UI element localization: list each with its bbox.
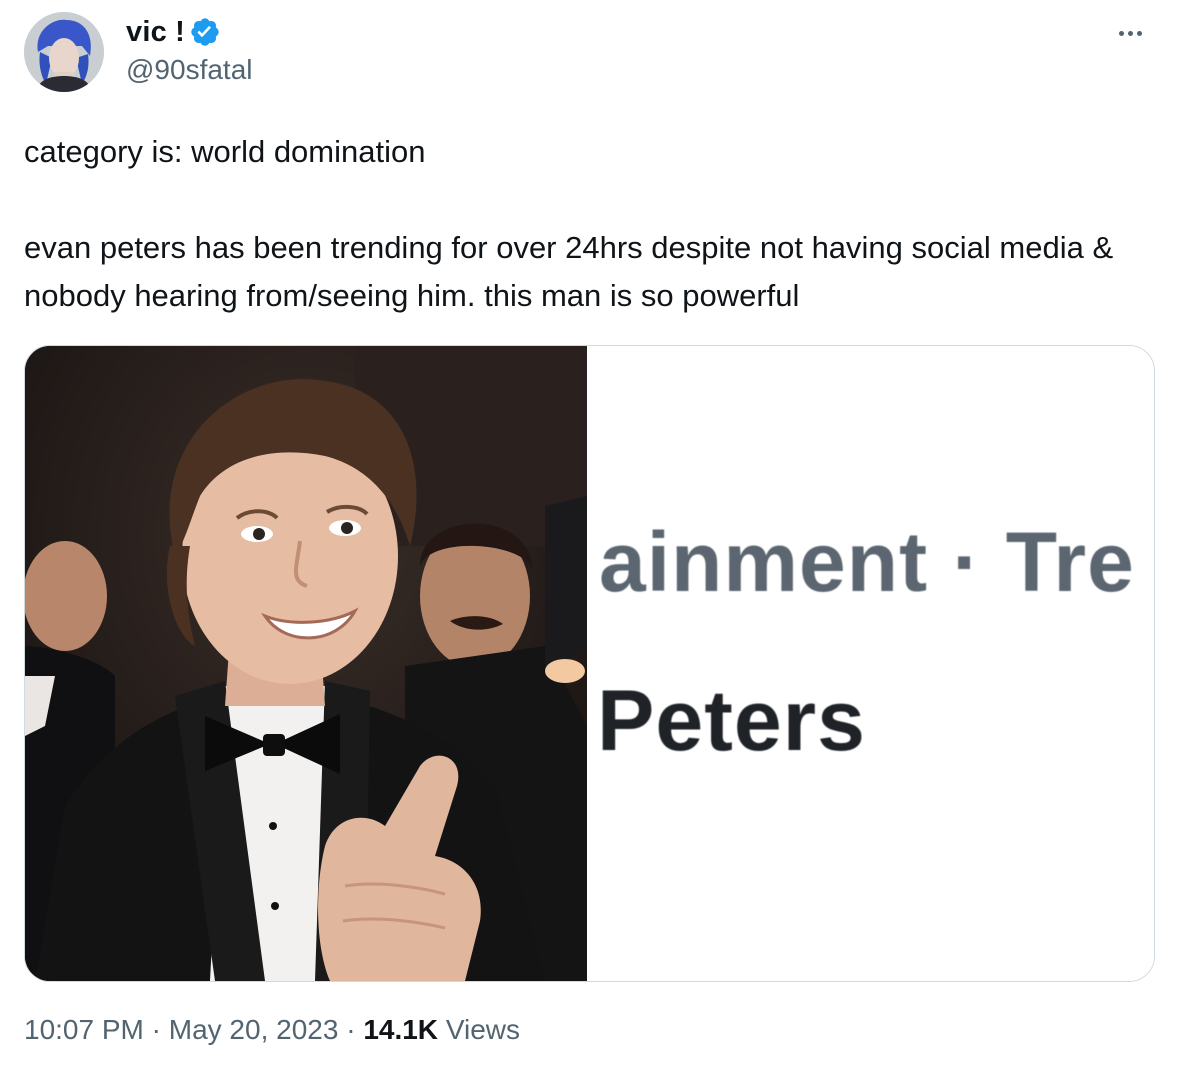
tweet-media[interactable]: ainment · Tre Peters (24, 345, 1155, 982)
more-options-icon[interactable] (1110, 18, 1150, 48)
trending-screenshot-crop: ainment · Tre Peters (587, 346, 1154, 981)
verified-badge-icon[interactable] (189, 16, 221, 48)
tweet-text-line1: category is: world domination (24, 134, 426, 169)
avatar[interactable] (24, 12, 104, 92)
views-count[interactable]: 14.1K (363, 1014, 438, 1045)
photo-illustration (25, 346, 587, 981)
tweet: vic ! @90sfatal category is: world domin… (0, 0, 1180, 1078)
crop-category-text: ainment · Tre (599, 515, 1135, 609)
avatar-image (24, 12, 104, 92)
tweet-meta: 10:07 PM · May 20, 2023 · 14.1K Views (24, 1014, 520, 1046)
tweet-date[interactable]: May 20, 2023 (169, 1014, 339, 1045)
meta-separator: · (143, 1014, 169, 1045)
tweet-text: category is: world domination evan peter… (24, 128, 1154, 320)
views-label: Views (445, 1014, 520, 1045)
author-handle[interactable]: @90sfatal (126, 54, 253, 86)
author-name-row: vic ! (126, 14, 221, 50)
crop-name-text: Peters (597, 673, 866, 769)
tweet-text-line2: evan peters has been trending for over 2… (24, 230, 1114, 313)
meta-separator-2: · (338, 1014, 364, 1045)
display-name[interactable]: vic ! (126, 16, 185, 49)
tweet-photo[interactable] (25, 346, 587, 981)
tweet-time[interactable]: 10:07 PM (24, 1014, 144, 1045)
